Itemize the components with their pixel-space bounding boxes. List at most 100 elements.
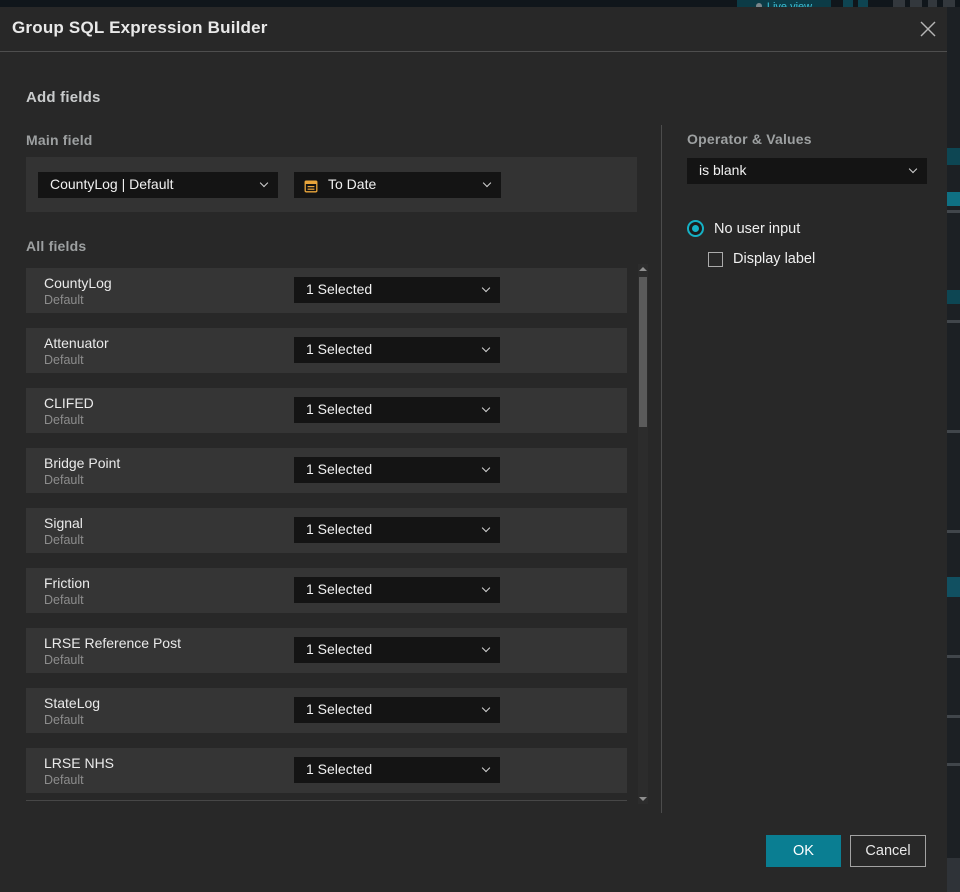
background-fragment: [843, 0, 853, 7]
field-selection-select[interactable]: 1 Selected: [294, 757, 500, 783]
field-selection-select[interactable]: 1 Selected: [294, 637, 500, 663]
field-subtype: Default: [44, 773, 84, 787]
background-fragment: [947, 655, 960, 658]
field-row: CLIFED Default 1 Selected: [26, 388, 627, 433]
main-field-panel: CountyLog | Default To Date: [26, 157, 637, 212]
calendar-date-icon: [303, 177, 319, 193]
field-selection-select[interactable]: 1 Selected: [294, 277, 500, 303]
chevron-down-icon: [481, 463, 491, 473]
background-fragment: [893, 0, 905, 7]
field-selection-select[interactable]: 1 Selected: [294, 517, 500, 543]
field-name: Bridge Point: [44, 455, 121, 471]
all-fields-label: All fields: [26, 238, 87, 254]
field-selection-value: 1 Selected: [306, 701, 373, 717]
main-field-select-value: CountyLog | Default: [50, 176, 174, 192]
field-name: Signal: [44, 515, 83, 531]
chevron-down-icon: [481, 583, 491, 593]
background-fragment: [947, 763, 960, 766]
chevron-down-icon: [481, 403, 491, 413]
field-row: StateLog Default 1 Selected: [26, 688, 627, 733]
live-view-button[interactable]: Live view: [737, 0, 831, 7]
scrollbar-thumb[interactable]: [639, 277, 647, 427]
field-name: Friction: [44, 575, 90, 591]
field-selection-select[interactable]: 1 Selected: [294, 337, 500, 363]
background-fragment: [947, 320, 960, 323]
field-name: CountyLog: [44, 275, 112, 291]
main-field-select[interactable]: CountyLog | Default: [38, 172, 278, 198]
scroll-up-icon[interactable]: [639, 267, 647, 271]
background-fragment: [947, 530, 960, 533]
field-subtype: Default: [44, 533, 84, 547]
field-subtype: Default: [44, 713, 84, 727]
chevron-down-icon: [259, 178, 269, 188]
background-app-right-strip: [947, 7, 960, 892]
operator-select[interactable]: is blank: [687, 158, 927, 184]
field-selection-select[interactable]: 1 Selected: [294, 697, 500, 723]
background-fragment: [947, 715, 960, 718]
field-selection-value: 1 Selected: [306, 641, 373, 657]
group-sql-expression-builder-dialog: Group SQL Expression Builder Add fields …: [0, 7, 947, 892]
field-name: LRSE NHS: [44, 755, 115, 771]
background-fragment: [947, 430, 960, 433]
background-fragment: [943, 0, 955, 7]
field-row: Attenuator Default 1 Selected: [26, 328, 627, 373]
main-field-value-select-value: To Date: [328, 176, 377, 192]
ok-button[interactable]: OK: [766, 835, 841, 867]
panel-divider: [661, 125, 662, 813]
all-fields-list: CountyLog Default 1 Selected Attenuator …: [26, 268, 627, 801]
background-fragment: [947, 577, 960, 597]
field-subtype: Default: [44, 653, 84, 667]
close-icon: [918, 21, 938, 42]
field-name: CLIFED: [44, 395, 94, 411]
field-subtype: Default: [44, 473, 84, 487]
chevron-down-icon: [908, 164, 918, 174]
field-selection-value: 1 Selected: [306, 581, 373, 597]
operator-values-label: Operator & Values: [687, 131, 812, 147]
field-subtype: Default: [44, 413, 84, 427]
chevron-down-icon: [481, 703, 491, 713]
all-fields-scrollbar[interactable]: [638, 264, 648, 804]
background-fragment: [947, 192, 960, 206]
display-label-label: Display label: [733, 251, 816, 267]
field-selection-value: 1 Selected: [306, 461, 373, 477]
background-fragment: [928, 0, 937, 7]
chevron-down-icon: [481, 763, 491, 773]
add-fields-heading: Add fields: [26, 89, 101, 106]
field-row: Bridge Point Default 1 Selected: [26, 448, 627, 493]
checkbox-icon[interactable]: [708, 251, 723, 267]
field-row: Signal Default 1 Selected: [26, 508, 627, 553]
field-selection-value: 1 Selected: [306, 521, 373, 537]
chevron-down-icon: [481, 523, 491, 533]
cancel-button[interactable]: Cancel: [850, 835, 926, 867]
no-user-input-option[interactable]: No user input: [687, 220, 800, 237]
field-name: StateLog: [44, 695, 101, 711]
field-subtype: Default: [44, 593, 84, 607]
field-selection-select[interactable]: 1 Selected: [294, 397, 500, 423]
chevron-down-icon: [481, 343, 491, 353]
radio-button-icon[interactable]: [687, 220, 704, 237]
field-selection-select[interactable]: 1 Selected: [294, 457, 500, 483]
background-fragment: [858, 0, 868, 7]
field-selection-value: 1 Selected: [306, 341, 373, 357]
field-selection-value: 1 Selected: [306, 281, 373, 297]
display-label-option[interactable]: Display label: [708, 251, 815, 267]
field-row: LRSE Reference Post Default 1 Selected: [26, 628, 627, 673]
scroll-down-icon[interactable]: [639, 797, 647, 801]
no-user-input-label: No user input: [714, 220, 801, 237]
field-selection-select[interactable]: 1 Selected: [294, 577, 500, 603]
main-field-label: Main field: [26, 132, 93, 148]
background-fragment: [947, 290, 960, 304]
main-field-value-select[interactable]: To Date: [294, 172, 501, 198]
chevron-down-icon: [481, 283, 491, 293]
field-row: Friction Default 1 Selected: [26, 568, 627, 613]
background-app-top-strip: Live view: [0, 0, 960, 7]
field-selection-value: 1 Selected: [306, 401, 373, 417]
field-subtype: Default: [44, 293, 84, 307]
field-name: Attenuator: [44, 335, 109, 351]
field-subtype: Default: [44, 353, 84, 367]
operator-select-value: is blank: [699, 162, 747, 178]
field-selection-value: 1 Selected: [306, 761, 373, 777]
dialog-header: Group SQL Expression Builder: [0, 7, 947, 52]
close-button[interactable]: [915, 17, 941, 43]
background-fragment: [947, 858, 960, 892]
